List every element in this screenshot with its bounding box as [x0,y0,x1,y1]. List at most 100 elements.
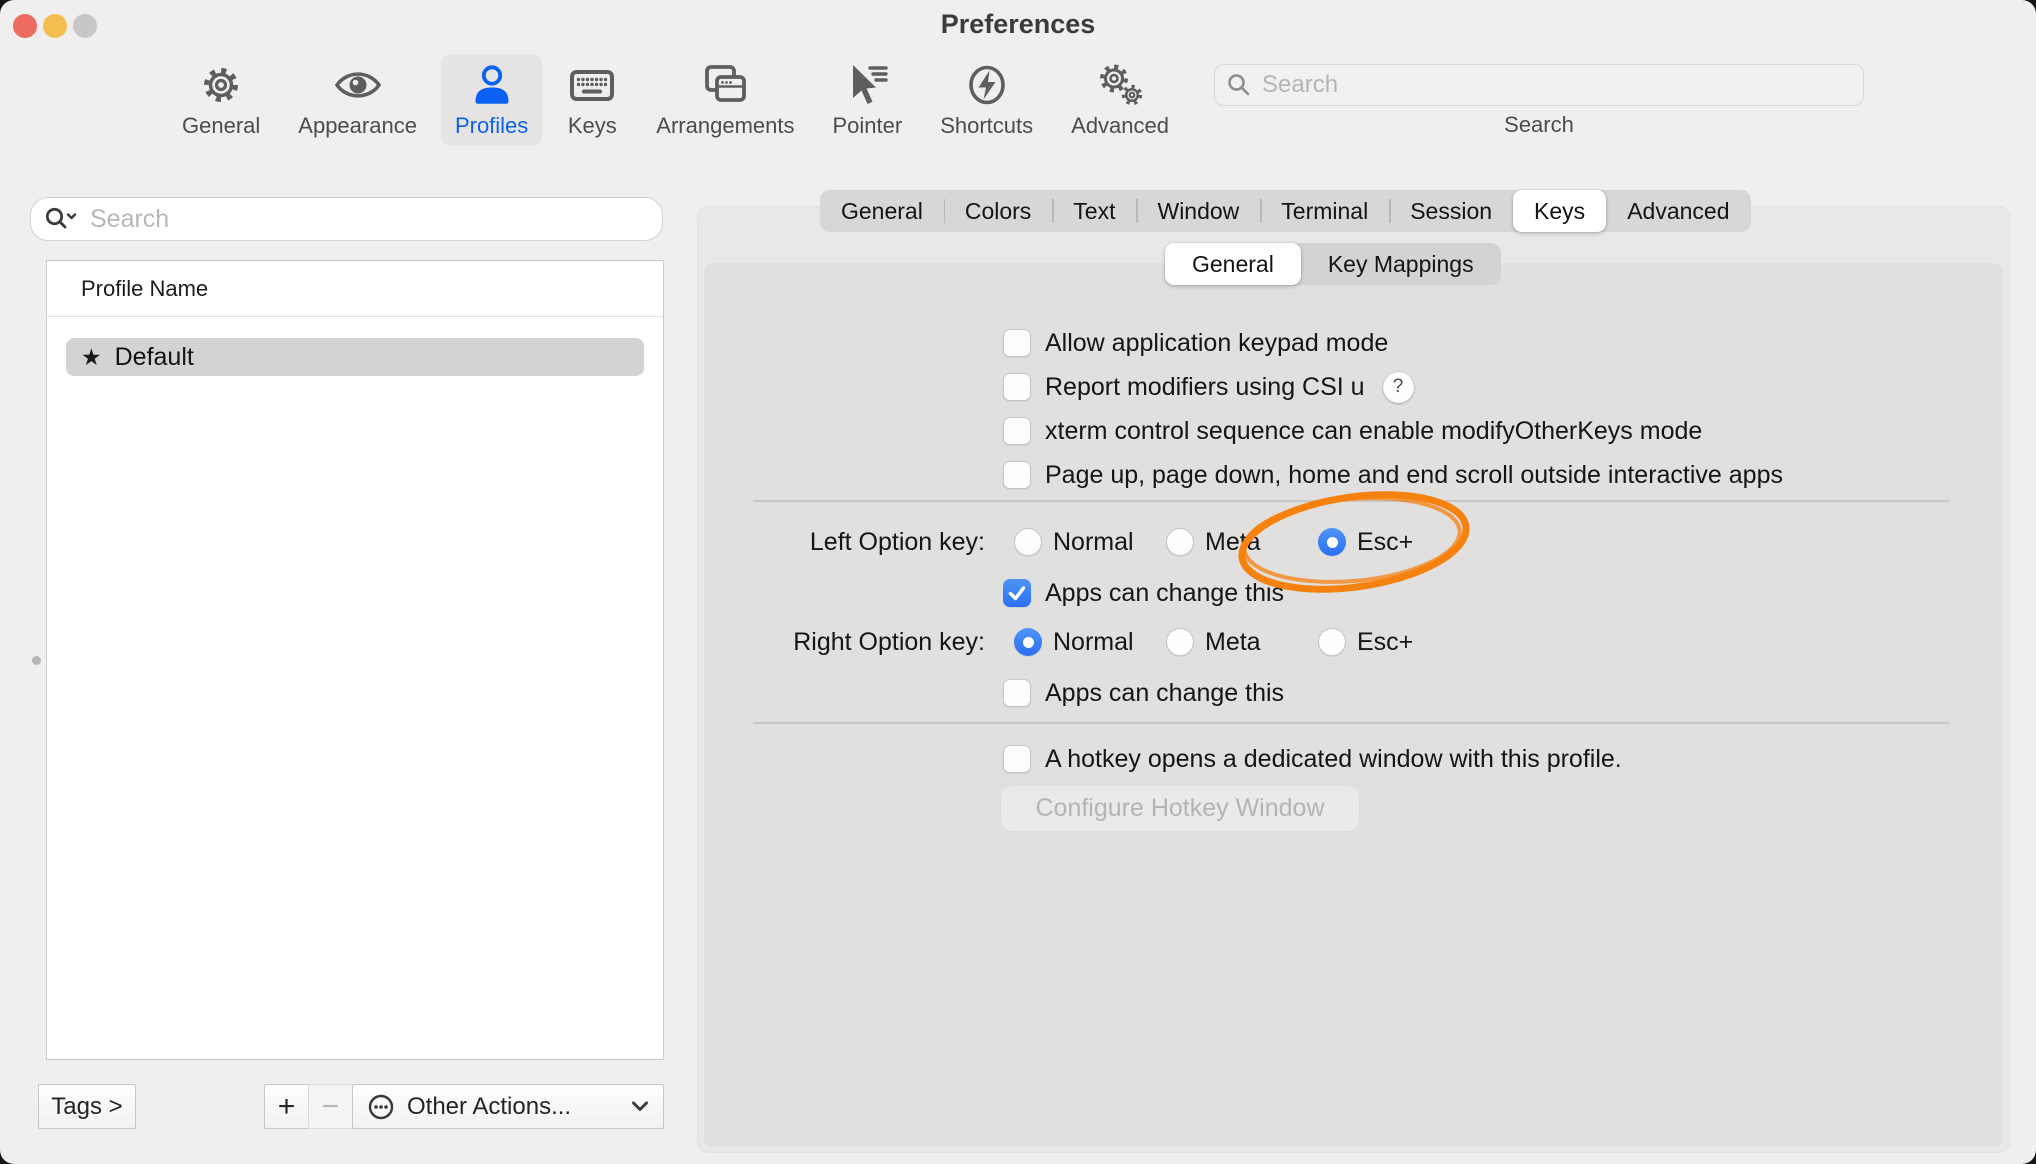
checkbox-row: A hotkey opens a dedicated window with t… [1003,744,1622,774]
window-title: Preferences [0,9,2036,40]
toolbar-search-label: Search [1214,112,1864,138]
radio-label: Esc+ [1357,528,1413,557]
tab-window[interactable]: Window [1136,190,1260,232]
cursor-icon [841,60,893,110]
checkbox-modify-other-keys[interactable] [1003,417,1031,445]
separator [753,722,1949,724]
help-button[interactable]: ? [1383,372,1414,403]
profile-search-field[interactable] [30,197,663,241]
checkbox-row: Allow application keypad mode [1003,328,1388,358]
radio-option: Normal [1014,527,1134,557]
radio-left-meta[interactable] [1166,528,1194,556]
toolbar-item-label: Profiles [455,113,528,139]
toolbar-search-input[interactable] [1260,70,1851,100]
checkbox-hotkey-window[interactable] [1003,745,1031,773]
windows-icon [699,60,751,110]
toolbar-item-profiles[interactable]: Profiles [441,54,542,146]
radio-option: Meta [1166,527,1261,557]
toolbar-search-field[interactable] [1214,64,1864,106]
toolbar-item-label: Keys [568,113,617,139]
profile-name: Default [115,343,194,372]
add-profile-button[interactable]: + [264,1084,309,1129]
checkbox-label: Report modifiers using CSI u [1045,373,1365,402]
checkbox-label: Apps can change this [1045,679,1284,708]
checkbox-right-apps-change[interactable] [1003,679,1031,707]
profiles-list-panel: Profile Name ★ Default [46,260,664,1060]
search-icon [1227,73,1251,97]
edge-dot [32,656,41,665]
radio-label: Meta [1205,528,1261,557]
radio-option: Meta [1166,627,1261,657]
radio-right-normal[interactable] [1014,628,1042,656]
tab-general[interactable]: General [820,190,944,232]
checkbox-keypad-mode[interactable] [1003,329,1031,357]
toolbar-item-label: Shortcuts [940,113,1033,139]
titlebar: Preferences [0,0,2036,50]
checkbox-row: xterm control sequence can enable modify… [1003,416,1702,446]
profile-row-default[interactable]: ★ Default [66,338,644,376]
checkbox-label: Apps can change this [1045,579,1284,608]
toolbar-item-advanced[interactable]: Advanced [1057,54,1183,146]
checkbox-label: Page up, page down, home and end scroll … [1045,461,1783,490]
radio-left-normal[interactable] [1014,528,1042,556]
toolbar-item-label: Advanced [1071,113,1169,139]
profile-search-input[interactable] [88,204,648,235]
toolbar-item-keys[interactable]: Keys [552,54,632,146]
toolbar-item-shortcuts[interactable]: Shortcuts [926,54,1047,146]
checkbox-row: Apps can change this [1003,678,1284,708]
checkbox-row: Report modifiers using CSI u ? [1003,372,1414,402]
person-icon [466,60,518,110]
left-option-key-label: Left Option key: [640,527,985,557]
toolbar-item-appearance[interactable]: Appearance [284,54,431,146]
tab-keys[interactable]: Keys [1513,190,1606,232]
preferences-window: Preferences General Appearance [0,0,2036,1164]
toolbar-item-general[interactable]: General [168,54,274,146]
checkbox-label: A hotkey opens a dedicated window with t… [1045,745,1622,774]
preferences-toolbar: General Appearance Profiles [168,54,1183,146]
radio-option: Normal [1014,627,1134,657]
other-actions-dropdown[interactable]: Other Actions... [352,1084,664,1129]
star-icon: ★ [81,344,102,371]
subtab-key-mappings[interactable]: Key Mappings [1301,243,1501,285]
search-menu-icon [45,207,78,231]
chevron-down-icon [631,1101,649,1112]
radio-right-esc[interactable] [1318,628,1346,656]
radio-right-meta[interactable] [1166,628,1194,656]
checkbox-row: Page up, page down, home and end scroll … [1003,460,1783,490]
toolbar-item-label: Pointer [832,113,902,139]
checkbox-left-apps-change[interactable] [1003,579,1031,607]
remove-profile-button: − [308,1084,353,1129]
configure-hotkey-window-button: Configure Hotkey Window [1001,786,1359,831]
double-gear-icon [1094,60,1146,110]
checkbox-label: xterm control sequence can enable modify… [1045,417,1702,446]
tab-session[interactable]: Session [1389,190,1513,232]
radio-left-esc[interactable] [1318,528,1346,556]
radio-option: Esc+ [1318,527,1413,557]
subtab-general[interactable]: General [1165,243,1301,285]
radio-label: Normal [1053,628,1134,657]
profile-name-column-header: Profile Name [47,261,663,317]
radio-option: Esc+ [1318,627,1413,657]
other-actions-label: Other Actions... [407,1093,619,1121]
bolt-circle-icon [961,60,1013,110]
toolbar-item-pointer[interactable]: Pointer [818,54,916,146]
toolbar-item-arrangements[interactable]: Arrangements [642,54,808,146]
toolbar-item-label: Arrangements [656,113,794,139]
eye-icon [332,60,384,110]
checkbox-page-scroll[interactable] [1003,461,1031,489]
checkbox-label: Allow application keypad mode [1045,329,1388,358]
tab-colors[interactable]: Colors [944,190,1052,232]
tab-terminal[interactable]: Terminal [1260,190,1389,232]
keys-subtabs: General Key Mappings [1165,243,1501,285]
keyboard-icon [566,60,618,110]
tab-text[interactable]: Text [1052,190,1136,232]
checkbox-csi-u[interactable] [1003,373,1031,401]
radio-label: Esc+ [1357,628,1413,657]
circle-ellipsis-icon [367,1093,395,1121]
separator [753,500,1949,502]
tags-button[interactable]: Tags > [38,1084,136,1129]
toolbar-item-label: Appearance [298,113,417,139]
radio-label: Normal [1053,528,1134,557]
radio-label: Meta [1205,628,1261,657]
tab-advanced[interactable]: Advanced [1606,190,1750,232]
